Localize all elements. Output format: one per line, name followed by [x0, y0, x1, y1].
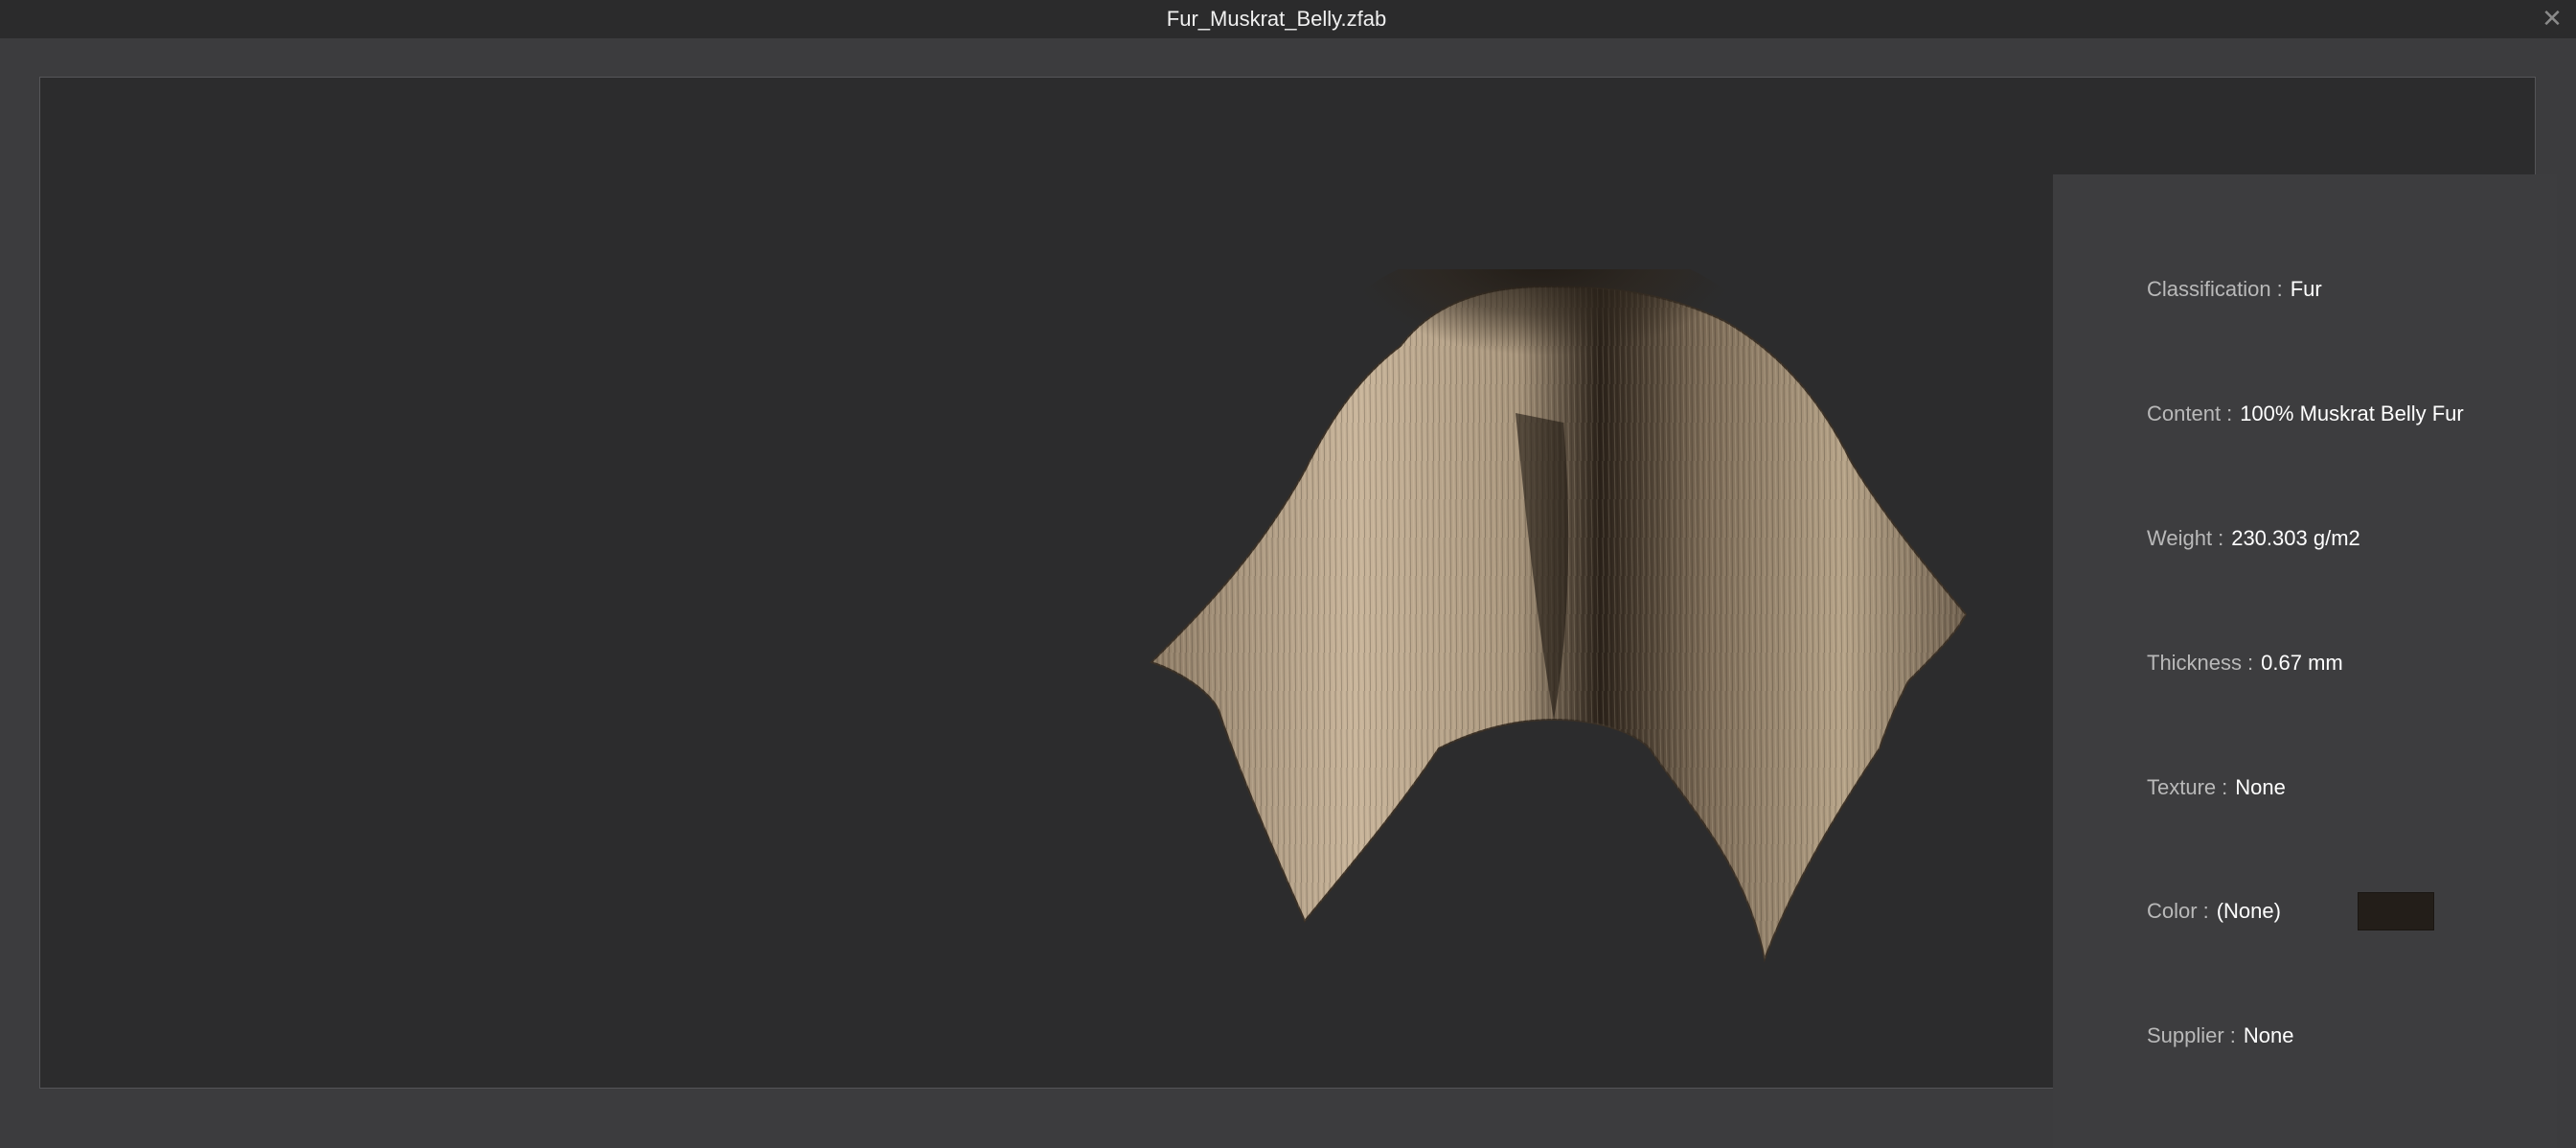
- thickness-label: Thickness: [2147, 651, 2243, 675]
- supplier-value: None: [2243, 1023, 2294, 1047]
- fabric-info-panel: Classification: Fur Content:100% Muskrat …: [2053, 174, 2557, 1148]
- weight-value: 230.303 g/m2: [2231, 526, 2360, 550]
- info-row-classification: Classification: Fur: [2147, 270, 2322, 309]
- color-value: (None): [2216, 899, 2281, 923]
- separator: :: [2218, 526, 2224, 550]
- classification-label: Classification: [2147, 277, 2271, 301]
- color-swatch: [2358, 892, 2434, 930]
- title-bar: Fur_Muskrat_Belly.zfab ✕: [0, 0, 2576, 38]
- color-label: Color: [2147, 899, 2198, 923]
- separator: :: [2222, 775, 2228, 799]
- info-row-color: Color: (None): [2147, 892, 2281, 930]
- classification-value: Fur: [2290, 277, 2322, 301]
- separator: :: [2202, 899, 2209, 923]
- window-title: Fur_Muskrat_Belly.zfab: [1166, 7, 1387, 31]
- separator: :: [2226, 402, 2233, 425]
- content-label: Content: [2147, 402, 2222, 425]
- weight-label: Weight: [2147, 526, 2213, 550]
- fabric-viewer: Classification: Fur Content:100% Muskrat …: [39, 77, 2557, 1148]
- separator: :: [2229, 1023, 2236, 1047]
- info-row-supplier: Supplier: None: [2147, 1017, 2293, 1055]
- thickness-value: 0.67 mm: [2261, 651, 2343, 675]
- supplier-label: Supplier: [2147, 1023, 2224, 1047]
- separator: :: [2247, 651, 2254, 675]
- info-row-texture: Texture: None: [2147, 769, 2286, 807]
- texture-label: Texture: [2147, 775, 2217, 799]
- info-row-thickness: Thickness:0.67 mm: [2147, 644, 2343, 682]
- info-row-content: Content:100% Muskrat Belly Fur: [2147, 395, 2464, 433]
- close-icon[interactable]: ✕: [2540, 6, 2565, 31]
- content-value: 100% Muskrat Belly Fur: [2240, 402, 2464, 425]
- texture-value: None: [2235, 775, 2286, 799]
- info-row-weight: Weight:230.303 g/m2: [2147, 519, 2360, 558]
- separator: :: [2276, 277, 2283, 301]
- fabric-preview-image[interactable]: [1113, 269, 1975, 1017]
